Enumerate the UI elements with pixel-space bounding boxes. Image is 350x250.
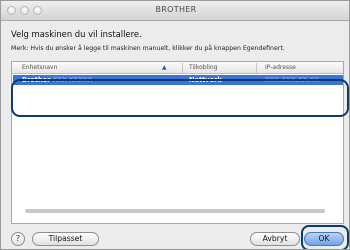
sort-ascending-icon[interactable]: ▲ [162,64,167,71]
device-model-masked: XXX-XXXXX [52,76,93,84]
help-icon[interactable]: ? [11,232,25,246]
device-name-cell: Brother XXX-XXXXX [22,76,92,84]
cancel-button[interactable]: Avbryt [250,232,300,246]
column-header-connection[interactable]: Tilkobling [189,64,218,71]
custom-button[interactable]: Tilpasset [32,232,99,246]
dialog-note: Merk: Hvis du ønsker å legge til maskine… [11,45,285,52]
list-header: Enhetsnavn ▲ Tilkobling IP-adresse [12,62,343,74]
installer-window: BROTHER Velg maskinen du vil installere.… [0,0,350,250]
dialog-heading: Velg maskinen du vil installere. [11,29,142,39]
ok-button[interactable]: OK [304,232,344,246]
connection-cell: Nettverk [189,76,222,84]
title-bar: BROTHER [1,1,349,21]
column-divider [256,63,257,73]
table-row-selected[interactable]: Brother XXX-XXXXX Nettverk XXX.XXX.XX.XX [13,75,343,85]
device-name: Brother [22,76,51,84]
ip-address-cell: XXX.XXX.XX.XX [265,76,320,84]
column-divider [182,63,183,73]
column-header-device-name[interactable]: Enhetsnavn [22,64,57,71]
scrollbar-thumb[interactable] [25,209,325,213]
horizontal-scrollbar[interactable] [11,208,344,214]
machine-list[interactable]: Enhetsnavn ▲ Tilkobling IP-adresse Broth… [11,61,344,224]
window-title: BROTHER [155,5,197,14]
column-header-ip-address[interactable]: IP-adresse [265,64,296,71]
